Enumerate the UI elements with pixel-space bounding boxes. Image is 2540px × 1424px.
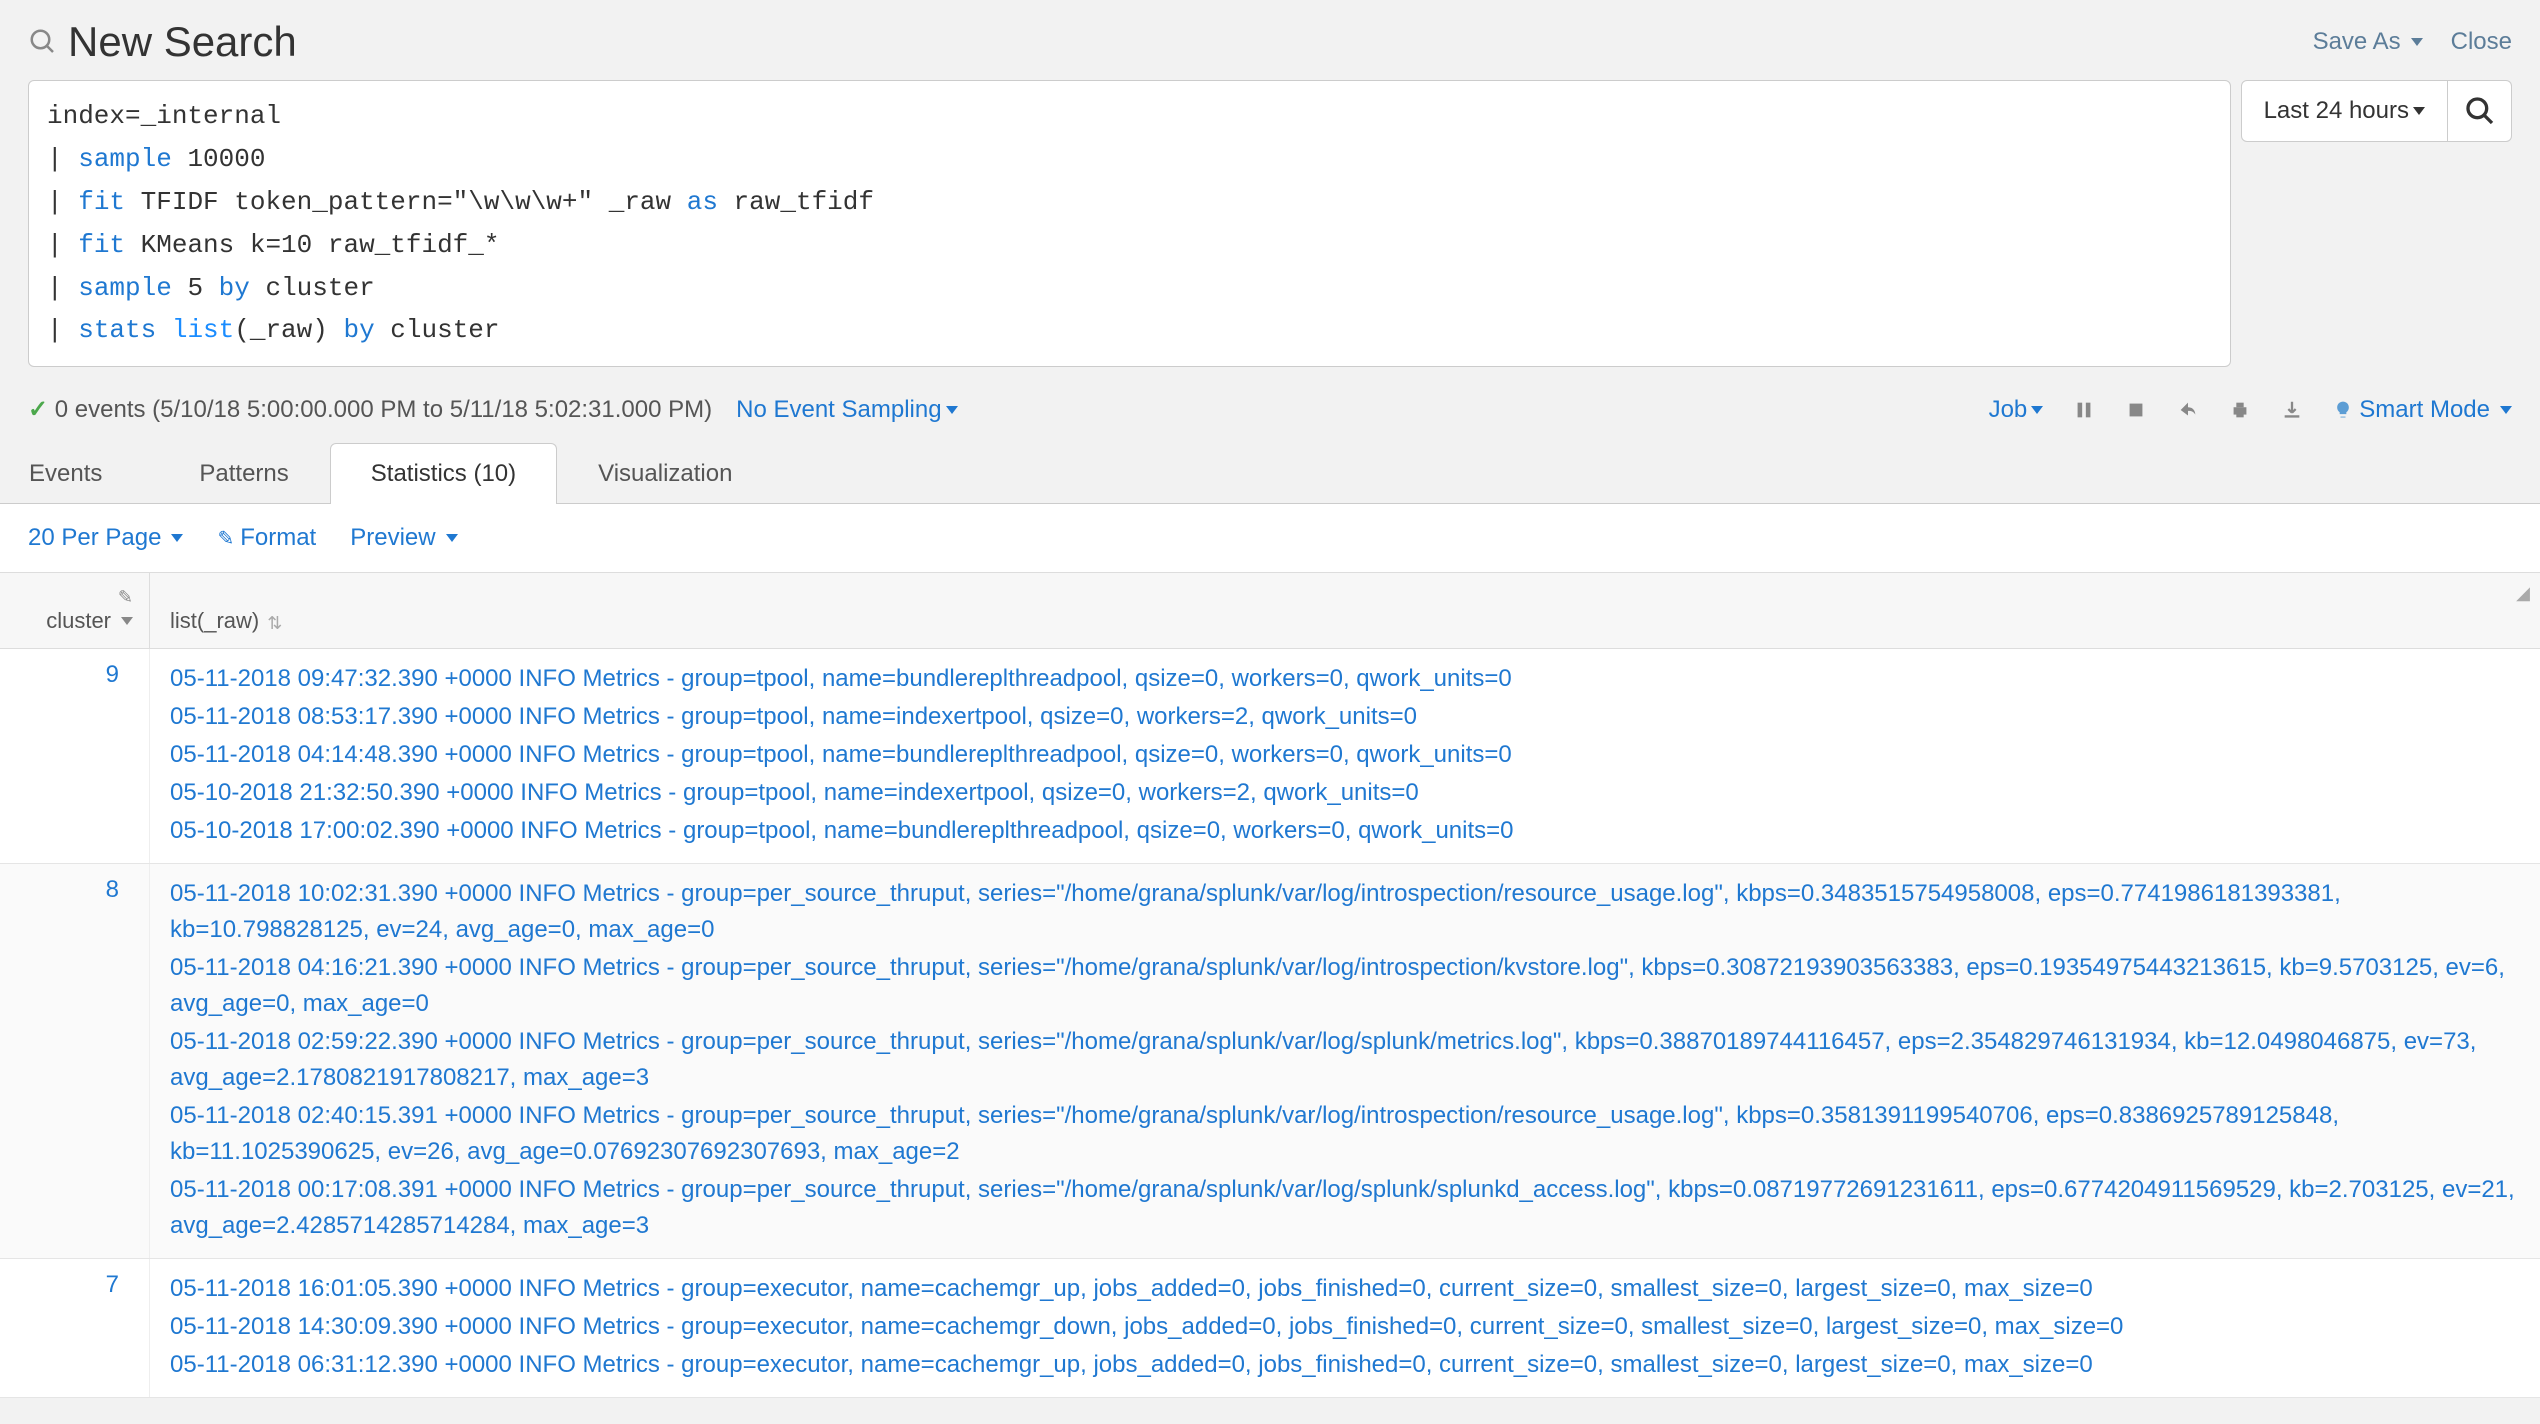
export-icon[interactable] [2281, 399, 2303, 421]
lightbulb-icon [2333, 400, 2353, 420]
close-button[interactable]: Close [2451, 28, 2512, 56]
log-line: 05-10-2018 21:32:50.390 +0000 INFO Metri… [170, 775, 2520, 811]
status-events: ✓ 0 events (5/10/18 5:00:00.000 PM to 5/… [28, 395, 712, 424]
cell-list[interactable]: 05-11-2018 10:02:31.390 +0000 INFO Metri… [150, 864, 2540, 1258]
table-row: 9 05-11-2018 09:47:32.390 +0000 INFO Metr… [0, 649, 2540, 864]
log-line: 05-11-2018 16:01:05.390 +0000 INFO Metri… [170, 1271, 2520, 1307]
log-line: 05-11-2018 14:30:09.390 +0000 INFO Metri… [170, 1309, 2520, 1345]
preview-dropdown[interactable]: Preview [350, 524, 457, 552]
check-icon: ✓ [28, 396, 55, 423]
col-header-list[interactable]: list(_raw)⇅ ◢ [150, 573, 2540, 648]
status-row: ✓ 0 events (5/10/18 5:00:00.000 PM to 5/… [0, 381, 2540, 442]
tab-statistics[interactable]: Statistics (10) [330, 443, 557, 504]
smart-mode-dropdown[interactable]: Smart Mode [2333, 396, 2512, 424]
tab-events[interactable]: Events [28, 443, 158, 504]
chevron-down-icon [2411, 38, 2423, 46]
table-row: 8 05-11-2018 10:02:31.390 +0000 INFO Metr… [0, 864, 2540, 1259]
log-line: 05-11-2018 08:53:17.390 +0000 INFO Metri… [170, 699, 2520, 735]
table-row: 7 05-11-2018 16:01:05.390 +0000 INFO Metr… [0, 1259, 2540, 1398]
status-right: Job Smart Mode [1989, 396, 2512, 424]
chevron-down-icon [946, 406, 958, 414]
tab-patterns[interactable]: Patterns [158, 443, 329, 504]
chevron-down-icon [2500, 406, 2512, 414]
search-icon [28, 27, 58, 57]
results-table: ✎ cluster list(_raw)⇅ ◢ 9 05-11-2018 09:4… [0, 572, 2540, 1398]
chevron-down-icon [121, 617, 133, 625]
log-line: 05-11-2018 04:14:48.390 +0000 INFO Metri… [170, 737, 2520, 773]
title-wrap: New Search [28, 18, 297, 66]
status-left: ✓ 0 events (5/10/18 5:00:00.000 PM to 5/… [28, 395, 958, 424]
per-page-dropdown[interactable]: 20 Per Page [28, 524, 183, 552]
col-header-cluster[interactable]: ✎ cluster [0, 573, 150, 648]
chevron-down-icon [446, 534, 458, 542]
log-line: 05-10-2018 17:00:02.390 +0000 INFO Metri… [170, 813, 2520, 849]
log-line: 05-11-2018 00:17:08.391 +0000 INFO Metri… [170, 1172, 2520, 1244]
search-button[interactable] [2448, 80, 2512, 142]
tab-visualization[interactable]: Visualization [557, 443, 773, 504]
pause-icon[interactable] [2073, 399, 2095, 421]
header-actions: Save As Close [2313, 28, 2512, 56]
pencil-icon: ✎ [217, 526, 234, 551]
cell-cluster[interactable]: 9 [0, 649, 150, 863]
table-body: 9 05-11-2018 09:47:32.390 +0000 INFO Metr… [0, 649, 2540, 1398]
cell-list[interactable]: 05-11-2018 09:47:32.390 +0000 INFO Metri… [150, 649, 2540, 863]
cell-cluster[interactable]: 7 [0, 1259, 150, 1397]
format-button[interactable]: ✎Format [217, 524, 316, 552]
stop-icon[interactable] [2125, 399, 2147, 421]
log-line: 05-11-2018 09:47:32.390 +0000 INFO Metri… [170, 661, 2520, 697]
tabs-row: Events Patterns Statistics (10) Visualiz… [0, 442, 2540, 504]
log-line: 05-11-2018 02:59:22.390 +0000 INFO Metri… [170, 1024, 2520, 1096]
table-header: ✎ cluster list(_raw)⇅ ◢ [0, 573, 2540, 649]
print-icon[interactable] [2229, 399, 2251, 421]
job-dropdown[interactable]: Job [1989, 396, 2044, 424]
log-line: 05-11-2018 04:16:21.390 +0000 INFO Metri… [170, 950, 2520, 1022]
cell-cluster[interactable]: 8 [0, 864, 150, 1258]
time-range-picker[interactable]: Last 24 hours [2241, 80, 2448, 142]
save-as-button[interactable]: Save As [2313, 28, 2423, 56]
chevron-down-icon [171, 534, 183, 542]
drag-icon[interactable]: ◢ [2516, 583, 2530, 604]
page-title: New Search [68, 18, 297, 66]
log-line: 05-11-2018 10:02:31.390 +0000 INFO Metri… [170, 876, 2520, 948]
share-icon[interactable] [2177, 399, 2199, 421]
search-input[interactable]: index=_internal | sample 10000 | fit TFI… [28, 80, 2231, 367]
log-line: 05-11-2018 06:31:12.390 +0000 INFO Metri… [170, 1347, 2520, 1383]
search-row: index=_internal | sample 10000 | fit TFI… [0, 80, 2540, 381]
pencil-icon[interactable]: ✎ [118, 587, 133, 608]
sort-icon: ⇅ [267, 613, 282, 634]
event-sampling-dropdown[interactable]: No Event Sampling [736, 396, 957, 424]
log-line: 05-11-2018 02:40:15.391 +0000 INFO Metri… [170, 1098, 2520, 1170]
header-bar: New Search Save As Close [0, 0, 2540, 80]
cell-list[interactable]: 05-11-2018 16:01:05.390 +0000 INFO Metri… [150, 1259, 2540, 1397]
chevron-down-icon [2031, 406, 2043, 414]
chevron-down-icon [2413, 107, 2425, 115]
results-bar: 20 Per Page ✎Format Preview [0, 504, 2540, 572]
